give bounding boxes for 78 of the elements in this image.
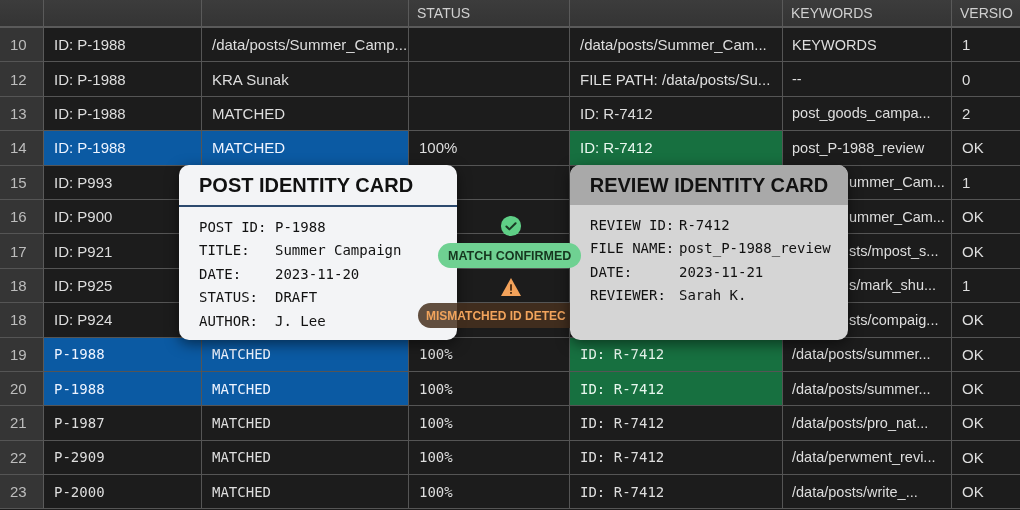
table-cell: ID: R-7412 bbox=[570, 371, 783, 407]
warning-icon bbox=[500, 277, 522, 297]
table-cell: FILE PATH: /data/posts/Su... bbox=[570, 62, 783, 97]
row-number: 18 bbox=[0, 303, 44, 338]
field-label: REVIEWER: bbox=[590, 287, 667, 304]
table-cell: MATCHED bbox=[202, 406, 409, 441]
table-cell: 100% bbox=[409, 337, 570, 372]
table-cell: MATCHED bbox=[202, 131, 409, 166]
field-value: 2023-11-21 bbox=[679, 263, 764, 280]
row-number: 18 bbox=[0, 268, 44, 304]
row-number: 20 bbox=[0, 371, 44, 407]
table-cell: 100% bbox=[409, 475, 570, 510]
table-cell: P-1987 bbox=[44, 406, 202, 441]
table-cell: ID: R-7412 bbox=[570, 131, 783, 166]
table-cell: /data/perwment_revi... bbox=[783, 440, 952, 476]
row-number: 14 bbox=[0, 131, 44, 166]
table-cell: post_goods_campa... bbox=[783, 96, 952, 132]
table-cell: ID: P-1988 bbox=[44, 96, 202, 132]
row-number: 16 bbox=[0, 199, 44, 235]
table-cell: ID: R-7412 bbox=[570, 96, 783, 132]
row-number: 13 bbox=[0, 96, 44, 132]
row-number: 19 bbox=[0, 337, 44, 372]
column-header: VERSIO bbox=[952, 0, 1020, 28]
column-header: STATUS bbox=[409, 0, 570, 28]
table-cell: MATCHED bbox=[202, 440, 409, 476]
match-badge: MATCH CONFIRMED bbox=[438, 243, 582, 268]
card-title: POST IDENTITY CARD bbox=[199, 173, 414, 197]
table-cell: P-1988 bbox=[44, 337, 202, 372]
mismatch-badge: MISMATCHED ID DETEC bbox=[418, 303, 570, 328]
table-cell: KRA Sunak bbox=[202, 62, 409, 97]
corner-cell bbox=[0, 0, 44, 28]
table-cell: /data/posts/Summer_Cam... bbox=[570, 28, 783, 63]
table-cell: ID: R-7412 bbox=[570, 440, 783, 476]
field-value: P-1988 bbox=[275, 218, 326, 235]
field-value: J. Lee bbox=[275, 312, 326, 329]
table-cell: P-2909 bbox=[44, 440, 202, 476]
row-number: 12 bbox=[0, 62, 44, 97]
table-cell: ID: P-1988 bbox=[44, 131, 202, 166]
table-cell: ID: R-7412 bbox=[570, 475, 783, 510]
table-cell: /data/posts/summer... bbox=[783, 371, 952, 407]
table-cell: /data/posts/Summer_Camp... bbox=[202, 28, 409, 63]
table-cell: /data/posts/summer... bbox=[783, 337, 952, 372]
field-value: DRAFT bbox=[275, 289, 318, 306]
table-cell: 100% bbox=[409, 371, 570, 407]
field-label: AUTHOR: bbox=[199, 312, 259, 329]
table-cell: 100% bbox=[409, 440, 570, 476]
field-label: POST ID: bbox=[199, 218, 268, 235]
table-cell: P-1988 bbox=[44, 371, 202, 407]
field-label: DATE: bbox=[199, 265, 243, 282]
row-number: 15 bbox=[0, 165, 44, 200]
field-value: Sarah K. bbox=[679, 287, 747, 304]
check-circle-icon bbox=[500, 215, 522, 237]
row-number: 10 bbox=[0, 28, 44, 63]
row-number: 21 bbox=[0, 406, 44, 441]
table-cell: KEYWORDS bbox=[783, 28, 952, 63]
table-cell: /data/posts/pro_nat... bbox=[783, 406, 952, 441]
table-cell: P-2000 bbox=[44, 475, 202, 510]
column-header: KEYWORDS bbox=[783, 0, 952, 28]
field-label: DATE: bbox=[590, 263, 634, 280]
table-cell: -- bbox=[783, 62, 952, 97]
table-cell: MATCHED bbox=[202, 475, 409, 510]
table-cell: ID: R-7412 bbox=[570, 406, 783, 441]
table-cell: MATCHED bbox=[202, 96, 409, 132]
row-number: 22 bbox=[0, 440, 44, 476]
table-cell: ID: P-1988 bbox=[44, 62, 202, 97]
row-number: 17 bbox=[0, 234, 44, 269]
row-number: 23 bbox=[0, 475, 44, 510]
field-label: REVIEW ID: bbox=[590, 216, 676, 233]
table-cell: ID: P-1988 bbox=[44, 28, 202, 63]
table-cell: MATCHED bbox=[202, 371, 409, 407]
field-label: STATUS: bbox=[199, 289, 259, 306]
field-value: R-7412 bbox=[679, 216, 730, 233]
table-cell: 100% bbox=[409, 406, 570, 441]
field-label: FILE NAME: bbox=[590, 240, 676, 257]
field-value: 2023-11-20 bbox=[275, 265, 360, 282]
field-label: TITLE: bbox=[199, 242, 251, 259]
table-cell: /data/posts/write_... bbox=[783, 475, 952, 510]
field-value: Summer Campaign bbox=[275, 242, 402, 259]
